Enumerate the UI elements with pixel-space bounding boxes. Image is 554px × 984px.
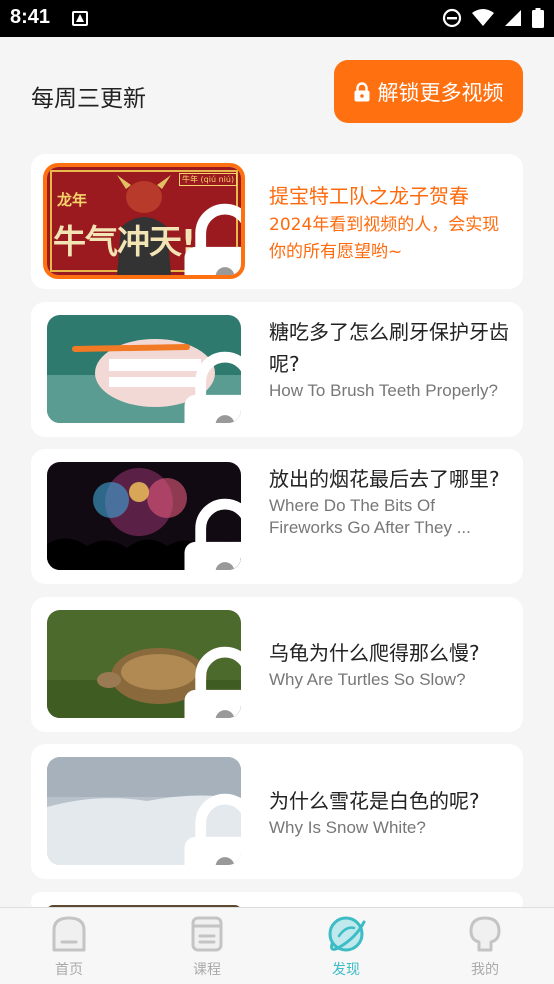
lock-icon [354, 81, 369, 101]
video-thumbnail-fireworks [47, 462, 241, 570]
nav-label: 我的 [471, 962, 499, 978]
wifi-icon [472, 9, 494, 26]
thumb-badge-text: 龙年 [57, 191, 88, 209]
video-thumbnail-snow [47, 757, 241, 865]
nav-item-course[interactable]: 课程 [138, 908, 276, 984]
lock-icon [184, 351, 241, 423]
nav-item-home[interactable]: 首页 [0, 908, 138, 984]
featured-video-card[interactable]: 龙年 牛年 (qiú niú) 牛气冲天! 提宝特工队之龙子贺春 2024年看到… [31, 154, 523, 289]
video-thumbnail-turtle [47, 610, 241, 718]
video-title-cn: 乌龟为什么爬得那么慢? [269, 641, 480, 665]
nav-label: 首页 [55, 962, 83, 978]
featured-text: 提宝特工队之龙子贺春 2024年看到视频的人，会实现你的所有愿望哟~ [269, 180, 509, 266]
lock-icon [184, 203, 241, 275]
nav-item-discover[interactable]: 发现 [277, 908, 415, 984]
video-thumbnail-teeth [47, 315, 241, 423]
status-icons [442, 8, 544, 28]
thumb-tag-text: 牛年 (qiú niú) [179, 173, 238, 186]
unlock-more-videos-button[interactable]: 解锁更多视频 [334, 60, 523, 123]
battery-icon [532, 8, 544, 28]
signal-icon [505, 10, 521, 26]
discover-icon [328, 916, 366, 952]
video-text: 放出的烟花最后去了哪里? Where Do The Bits Of Firewo… [269, 463, 509, 539]
status-time: 8:41 [10, 6, 51, 28]
video-text: 为什么雪花是白色的呢? Why Is Snow White? [269, 785, 509, 839]
video-title-en: How To Brush Teeth Properly? [269, 381, 498, 400]
lock-icon [184, 646, 241, 718]
video-card[interactable]: 乌龟为什么爬得那么慢? Why Are Turtles So Slow? [31, 597, 523, 732]
status-bar: 8:41 [0, 0, 554, 37]
unlock-button-label: 解锁更多视频 [377, 80, 504, 105]
video-text: 糖吃多了怎么刷牙保护牙齿呢? How To Brush Teeth Proper… [269, 316, 509, 402]
nav-item-profile[interactable]: 我的 [416, 908, 554, 984]
home-icon [52, 916, 86, 952]
video-card[interactable]: 为什么雪花是白色的呢? Why Is Snow White? [31, 744, 523, 879]
course-icon [191, 916, 223, 952]
header: 每周三更新 解锁更多视频 [0, 37, 554, 149]
featured-thumbnail: 龙年 牛年 (qiú niú) 牛气冲天! [43, 163, 245, 279]
lock-icon [184, 793, 241, 865]
video-title-cn: 放出的烟花最后去了哪里? [269, 467, 500, 491]
video-title-en: Why Are Turtles So Slow? [269, 670, 466, 689]
video-title-en: Why Is Snow White? [269, 818, 426, 837]
video-title-en: Where Do The Bits Of Fireworks Go After … [269, 496, 471, 537]
do-not-disturb-icon [442, 8, 462, 28]
video-card[interactable]: 糖吃多了怎么刷牙保护牙齿呢? How To Brush Teeth Proper… [31, 302, 523, 437]
nav-label: 课程 [193, 962, 221, 978]
page-title: 每周三更新 [31, 86, 146, 112]
featured-title: 提宝特工队之龙子贺春 [269, 184, 469, 208]
lock-icon [184, 498, 241, 570]
video-title-cn: 糖吃多了怎么刷牙保护牙齿呢? [269, 320, 509, 376]
bottom-nav: 首页 课程 发现 我的 [0, 907, 554, 984]
featured-subtitle: 2024年看到视频的人，会实现你的所有愿望哟~ [269, 215, 500, 262]
video-title-cn: 为什么雪花是白色的呢? [269, 789, 480, 813]
profile-icon [469, 916, 501, 952]
accessibility-icon [72, 11, 88, 26]
nav-label: 发现 [332, 962, 360, 978]
video-card[interactable]: 放出的烟花最后去了哪里? Where Do The Bits Of Firewo… [31, 449, 523, 584]
video-text: 乌龟为什么爬得那么慢? Why Are Turtles So Slow? [269, 637, 509, 691]
